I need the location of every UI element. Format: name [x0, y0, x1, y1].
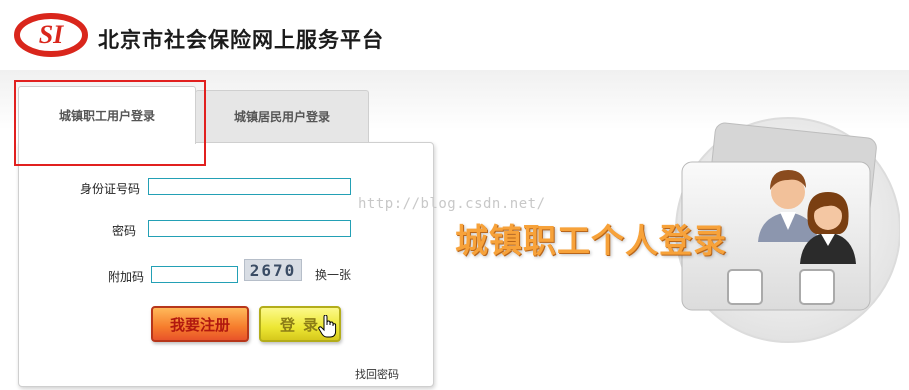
captcha-image: 2670 — [244, 259, 302, 281]
refresh-captcha-link[interactable]: 换一张 — [315, 266, 351, 283]
hand-pointer-icon — [318, 315, 337, 338]
highlight-annotation — [14, 80, 206, 166]
logo-text: SI — [39, 20, 64, 49]
id-number-input[interactable] — [148, 178, 351, 195]
password-input[interactable] — [148, 220, 351, 237]
captcha-label: 附加码 — [107, 270, 144, 284]
watermark-text: http://blog.csdn.net/ — [358, 196, 546, 212]
social-insurance-logo: SI — [14, 13, 88, 57]
promo-title: 城镇职工个人登录 — [455, 221, 727, 260]
header: SI 北京市社会保险网上服务平台 — [0, 0, 909, 71]
register-button[interactable]: 我要注册 — [151, 306, 249, 342]
password-label: 密码 — [111, 224, 136, 238]
id-number-label: 身份证号码 — [79, 182, 140, 196]
captcha-input[interactable] — [151, 266, 238, 283]
tab-resident-login[interactable]: 城镇居民用户登录 — [195, 90, 369, 142]
tab-resident-login-label: 城镇居民用户登录 — [233, 110, 330, 124]
forgot-password-link[interactable]: 找回密码 — [355, 366, 399, 382]
site-title: 北京市社会保险网上服务平台 — [98, 28, 384, 52]
